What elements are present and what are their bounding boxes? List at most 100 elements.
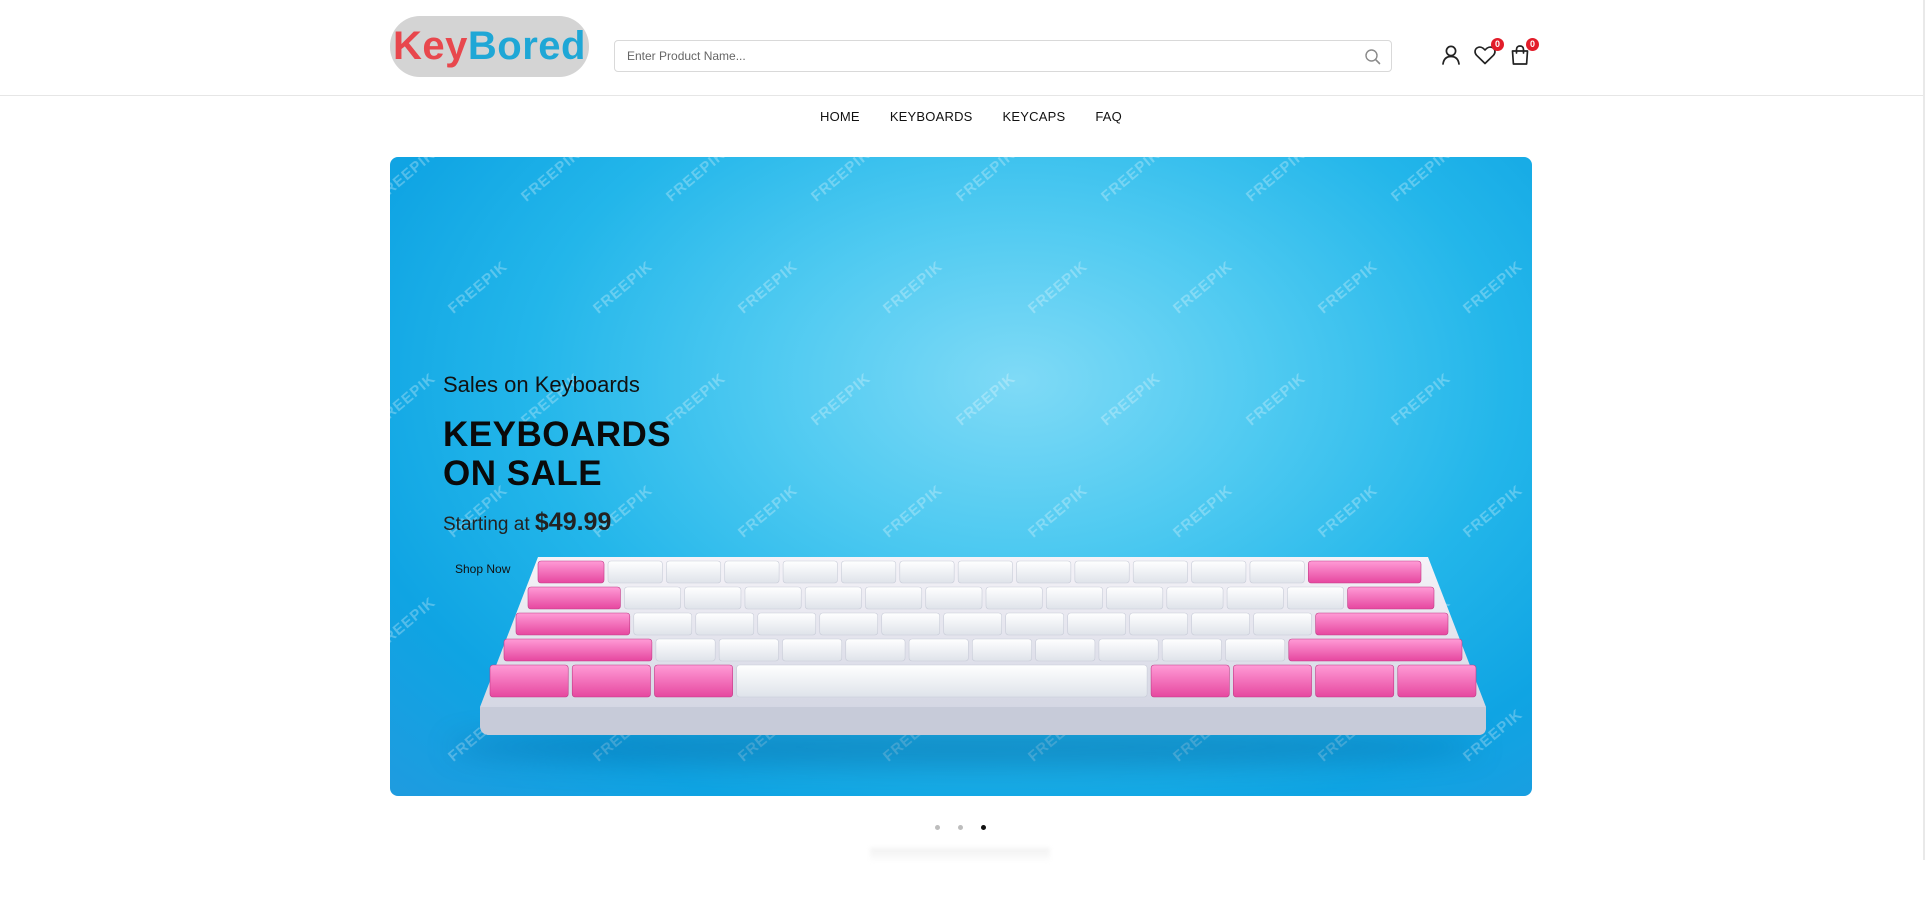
- keycap-white: [908, 638, 969, 662]
- keycap-pink: [1150, 664, 1230, 698]
- keycap-pink: [1288, 638, 1463, 662]
- main-nav: HOME KEYBOARDS KEYCAPS FAQ: [0, 108, 1925, 128]
- shop-now-button[interactable]: Shop Now: [443, 557, 522, 581]
- content-fade: [870, 848, 1050, 862]
- cart-count-badge: 0: [1526, 38, 1539, 51]
- nav-item-faq[interactable]: FAQ: [1080, 108, 1137, 126]
- nav-item-keyboards[interactable]: KEYBOARDS: [875, 108, 988, 126]
- cart-button[interactable]: 0: [1507, 38, 1539, 68]
- keycap-pink: [571, 664, 651, 698]
- keycap-white: [1016, 560, 1072, 584]
- keycap-white: [845, 638, 906, 662]
- brand-logo[interactable]: Key Bored: [390, 16, 589, 77]
- watermark-text: FREEPIK: [390, 369, 440, 430]
- keycap-pink: [1315, 664, 1395, 698]
- watermark-text: FREEPIK: [1459, 257, 1527, 318]
- keycap-white: [736, 664, 1148, 698]
- keycap-white: [957, 560, 1013, 584]
- keycap-white: [865, 586, 923, 610]
- watermark-text: FREEPIK: [952, 157, 1020, 206]
- keycap-white: [1106, 586, 1164, 610]
- keycap-pink: [527, 586, 621, 610]
- price-value: $49.99: [534, 508, 612, 536]
- hero-title-line1: KEYBOARDS: [443, 415, 672, 454]
- nav-item-keycaps[interactable]: KEYCAPS: [988, 108, 1081, 126]
- keycap-white: [744, 586, 802, 610]
- watermark-text: FREEPIK: [879, 257, 947, 318]
- search-icon[interactable]: [1363, 47, 1383, 67]
- keycap-white: [1225, 638, 1286, 662]
- watermark-text: FREEPIK: [662, 157, 730, 206]
- watermark-text: FREEPIK: [807, 369, 875, 430]
- keycap-white: [1074, 560, 1130, 584]
- keycap-pink: [515, 612, 631, 636]
- keycap-pink: [489, 664, 569, 698]
- watermark-text: FREEPIK: [1387, 157, 1455, 206]
- keycap-white: [972, 638, 1032, 662]
- keycap-white: [1035, 638, 1096, 662]
- keycap-white: [985, 586, 1043, 610]
- price-prefix: Starting at: [443, 514, 530, 535]
- keycap-white: [1098, 638, 1159, 662]
- keycap-pink: [503, 638, 653, 662]
- keycap-white: [1129, 612, 1188, 636]
- keycap-white: [718, 638, 779, 662]
- keycap-white: [1226, 586, 1284, 610]
- watermark-text: FREEPIK: [390, 593, 440, 654]
- watermark-text: FREEPIK: [807, 157, 875, 206]
- carousel-dot[interactable]: [981, 825, 986, 830]
- watermark-text: FREEPIK: [1169, 481, 1237, 542]
- keycap-white: [666, 560, 722, 584]
- watermark-text: FREEPIK: [1097, 157, 1165, 206]
- brand-logo-part2: Bored: [467, 24, 586, 68]
- wishlist-count-badge: 0: [1491, 38, 1504, 51]
- wishlist-button[interactable]: 0: [1472, 38, 1504, 68]
- search-input[interactable]: [615, 41, 1355, 71]
- watermark-text: FREEPIK: [952, 369, 1020, 430]
- keycap-white: [1067, 612, 1126, 636]
- watermark-text: FREEPIK: [390, 157, 440, 206]
- keycap-pink: [1233, 664, 1312, 698]
- watermark-text: FREEPIK: [662, 369, 730, 430]
- watermark-text: FREEPIK: [734, 481, 802, 542]
- keycap-white: [757, 612, 817, 636]
- keycap-white: [943, 612, 1002, 636]
- keycap-pink: [1397, 664, 1477, 698]
- account-button[interactable]: [1438, 42, 1464, 68]
- keycap-white: [1191, 612, 1250, 636]
- keycap-pink: [537, 560, 605, 584]
- user-icon: [1442, 45, 1460, 65]
- keycap-white: [695, 612, 755, 636]
- carousel-dots: [935, 825, 986, 830]
- keycap-white: [782, 638, 843, 662]
- keycap-white: [655, 638, 716, 662]
- keycap-white: [881, 612, 941, 636]
- keycap-white: [1045, 586, 1103, 610]
- keycap-white: [1166, 586, 1224, 610]
- search-bar: [614, 40, 1392, 72]
- watermark-text: FREEPIK: [1097, 369, 1165, 430]
- carousel-dot[interactable]: [958, 825, 963, 830]
- watermark-text: FREEPIK: [1242, 157, 1310, 206]
- keycap-white: [819, 612, 879, 636]
- carousel-dot[interactable]: [935, 825, 940, 830]
- keycap-pink: [1347, 586, 1435, 610]
- keycap-white: [1287, 586, 1344, 610]
- watermark-text: FREEPIK: [1242, 369, 1310, 430]
- keycap-white: [724, 560, 780, 584]
- keycap-white: [607, 560, 663, 584]
- hero-price: Starting at $49.99: [443, 508, 611, 537]
- nav-item-home[interactable]: HOME: [805, 108, 875, 126]
- hero-title: KEYBOARDS ON SALE: [443, 415, 671, 493]
- watermark-text: FREEPIK: [1024, 481, 1092, 542]
- watermark-text: FREEPIK: [444, 257, 512, 318]
- keycap-white: [1253, 612, 1312, 636]
- keycap-pink: [1315, 612, 1449, 636]
- watermark-text: FREEPIK: [589, 257, 657, 318]
- keycap-white: [1132, 560, 1188, 584]
- keycap-white: [633, 612, 693, 636]
- brand-logo-part1: Key: [393, 24, 468, 68]
- hero-title-line2: ON SALE: [443, 454, 603, 493]
- keycap-white: [1191, 560, 1247, 584]
- watermark-text: FREEPIK: [1459, 481, 1527, 542]
